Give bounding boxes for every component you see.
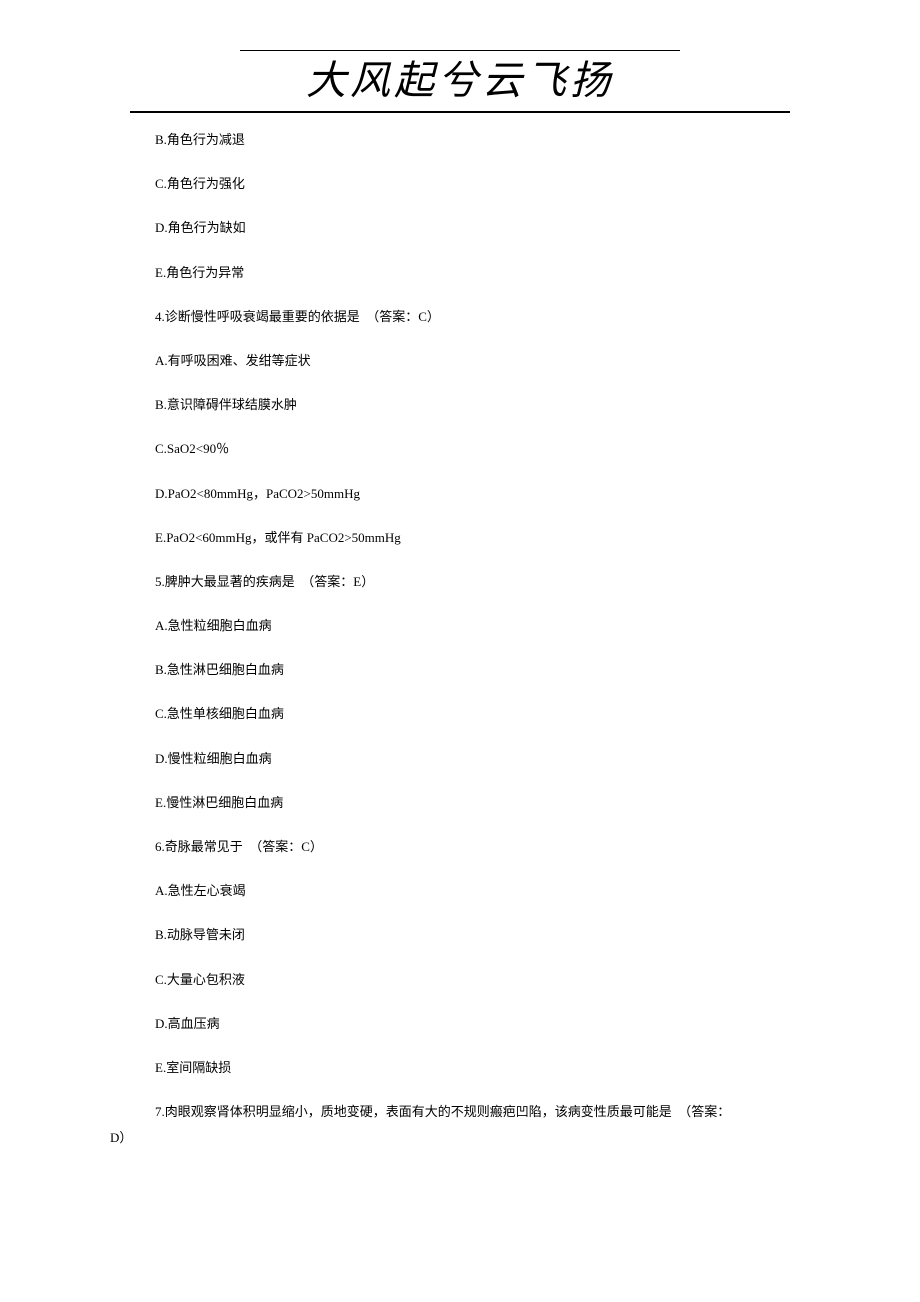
header-title-row: 大风起兮云飞扬: [110, 53, 810, 109]
q5-option-a: A.急性粒细胞白血病: [155, 617, 810, 635]
q3-option-e: E.角色行为异常: [155, 264, 810, 282]
q3-option-c: C.角色行为强化: [155, 175, 810, 193]
q5-option-d: D.慢性粒细胞白血病: [155, 750, 810, 768]
q5-option-b: B.急性淋巴细胞白血病: [155, 661, 810, 679]
q5-option-e: E.慢性淋巴细胞白血病: [155, 794, 810, 812]
q5-stem: 5.脾肿大最显著的疾病是 （答案：E）: [155, 573, 810, 591]
q6-stem: 6.奇脉最常见于 （答案：C）: [155, 838, 810, 856]
q5-option-c: C.急性单核细胞白血病: [155, 705, 810, 723]
q6-option-e: E.室间隔缺损: [155, 1059, 810, 1077]
q3-option-d: D.角色行为缺如: [155, 219, 810, 237]
q4-option-d: D.PaO2<80mmHg，PaCO2>50mmHg: [155, 485, 810, 503]
header-rule-bottom: [130, 111, 790, 113]
q4-option-a: A.有呼吸困难、发绀等症状: [155, 352, 810, 370]
q3-option-b: B.角色行为减退: [155, 131, 810, 149]
document-page: 大风起兮云飞扬 B.角色行为减退 C.角色行为强化 D.角色行为缺如 E.角色行…: [0, 0, 920, 1254]
q4-stem: 4.诊断慢性呼吸衰竭最重要的依据是 （答案：C）: [155, 308, 810, 326]
q6-option-d: D.高血压病: [155, 1015, 810, 1033]
q6-option-a: A.急性左心衰竭: [155, 882, 810, 900]
q6-option-b: B.动脉导管未闭: [155, 926, 810, 944]
q4-option-b: B.意识障碍伴球结膜水肿: [155, 396, 810, 414]
page-title: 大风起兮云飞扬: [306, 58, 614, 103]
q4-option-e: E.PaO2<60mmHg，或伴有 PaCO2>50mmHg: [155, 529, 810, 547]
q7-stem-line2: D）: [110, 1129, 810, 1147]
q4-option-c: C.SaO2<90％: [155, 440, 810, 458]
header-rule-top: [240, 50, 680, 51]
q6-option-c: C.大量心包积液: [155, 971, 810, 989]
q7-stem-line1: 7.肉眼观察肾体积明显缩小，质地变硬，表面有大的不规则瘢疤凹陷，该病变性质最可能…: [110, 1103, 810, 1121]
